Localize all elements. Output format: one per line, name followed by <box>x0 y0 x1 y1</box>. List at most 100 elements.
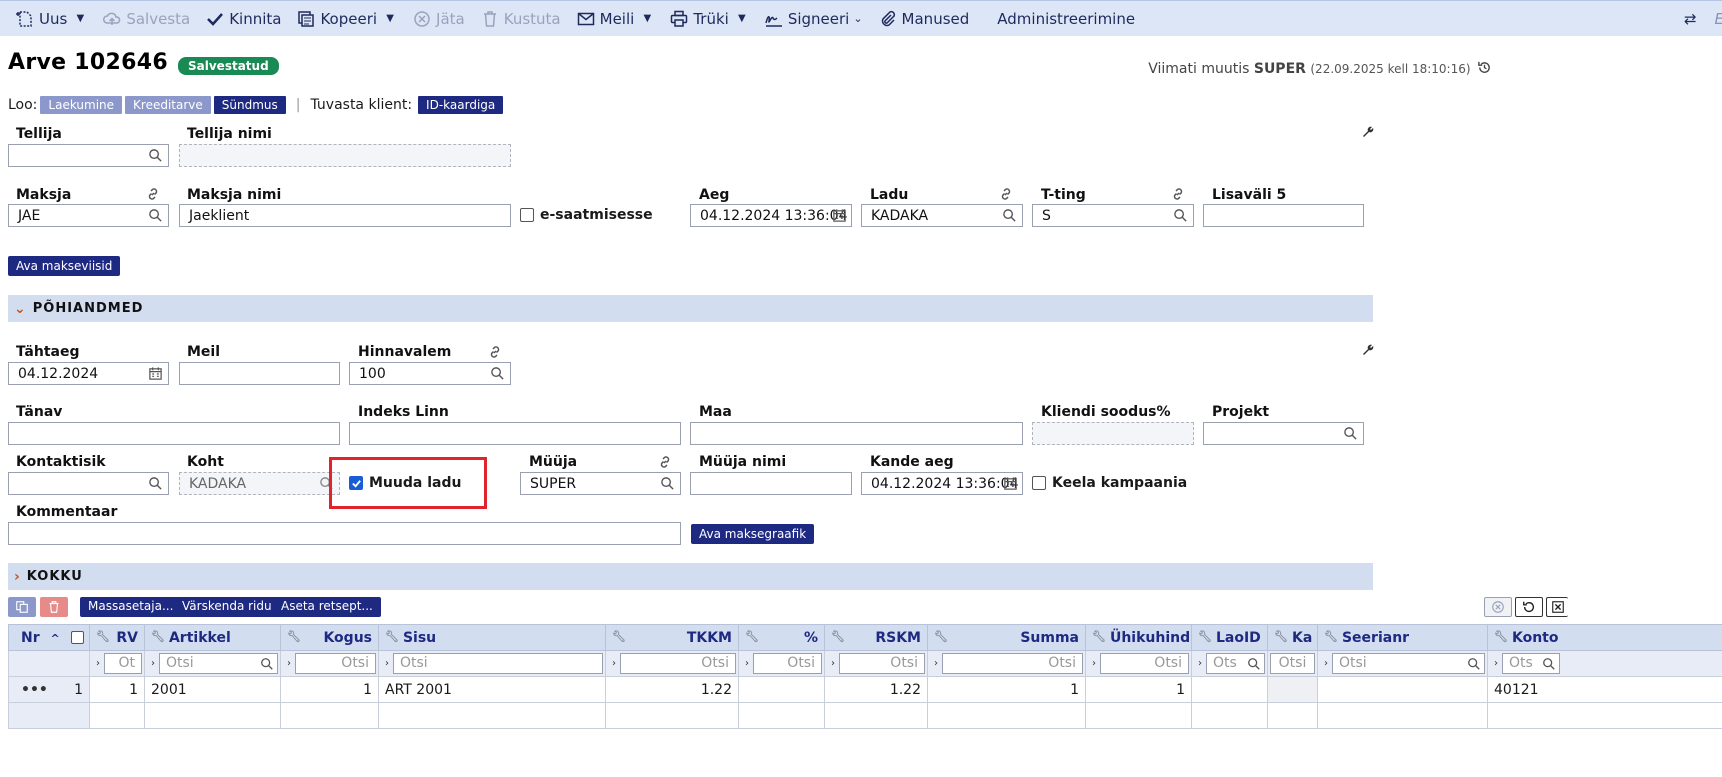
muuja-nimi-input[interactable] <box>690 472 852 495</box>
col-summa-header[interactable]: 🔧︎ Summa <box>927 624 1086 651</box>
wrench-icon[interactable]: 🔧︎ <box>1092 630 1106 643</box>
t-ting-input[interactable]: S <box>1032 204 1194 227</box>
chevron-right-icon[interactable]: › <box>1088 658 1100 669</box>
delete-button[interactable]: Kustuta <box>473 1 569 37</box>
create-payment-button[interactable]: Laekumine <box>40 96 123 114</box>
mass-set-button[interactable]: Massasetaja... <box>80 597 182 617</box>
cell-seerianr[interactable] <box>1317 676 1488 703</box>
wrench-icon[interactable]: 🔧︎ <box>1494 630 1508 643</box>
cell-kogus[interactable]: 1 <box>280 676 379 703</box>
search-icon[interactable] <box>1247 657 1261 671</box>
admin-button[interactable]: Administreerimine <box>989 1 1143 37</box>
col-tkkm-header[interactable]: 🔧︎ TKKM <box>605 624 739 651</box>
wrench-icon[interactable] <box>1362 343 1374 355</box>
wrench-icon[interactable]: 🔧︎ <box>151 630 165 643</box>
skip-button[interactable]: Jäta <box>405 1 473 37</box>
history-icon[interactable] <box>1477 60 1492 75</box>
chevron-right-icon[interactable]: › <box>930 658 942 669</box>
link-icon[interactable] <box>998 186 1014 202</box>
row-menu-icon[interactable]: ••• <box>21 682 48 698</box>
search-icon[interactable] <box>1467 657 1481 671</box>
col-percent-header[interactable]: 🔧︎% <box>738 624 825 651</box>
cell-summa[interactable]: 1 <box>927 676 1086 703</box>
create-event-button[interactable]: Sündmus <box>213 96 286 114</box>
cell-laoid[interactable] <box>1191 676 1268 703</box>
copy-rows-button[interactable] <box>8 597 36 617</box>
col-konto-header[interactable]: 🔧︎ Konto <box>1487 624 1722 651</box>
search-icon[interactable] <box>1002 208 1017 223</box>
link-icon[interactable] <box>1170 186 1186 202</box>
filter-artikkel-input[interactable]: Otsi <box>159 653 278 674</box>
chevron-right-icon[interactable]: › <box>147 658 159 669</box>
tellija-input[interactable] <box>8 144 169 167</box>
wrench-icon[interactable]: 🔧︎ <box>745 630 759 643</box>
col-artikkel-header[interactable]: 🔧︎ Artikkel <box>144 624 281 651</box>
cell-tkkm[interactable]: 1.22 <box>605 676 739 703</box>
section-total-header[interactable]: › KOKKU <box>8 563 1373 590</box>
confirm-button[interactable]: Kinnita <box>198 1 289 37</box>
excel-export-button[interactable] <box>1546 597 1568 617</box>
delete-rows-button[interactable] <box>40 597 68 617</box>
checkbox-box[interactable] <box>1032 476 1046 490</box>
select-all-checkbox[interactable] <box>70 630 84 644</box>
cell-uhikuhind[interactable]: 1 <box>1085 676 1192 703</box>
print-button[interactable]: Trüki <box>662 1 737 37</box>
filter-konto-input[interactable]: Ots <box>1502 653 1560 674</box>
tahtaeg-input[interactable]: 04.12.2024 <box>8 362 169 385</box>
kontaktisik-input[interactable] <box>8 472 169 495</box>
wrench-icon[interactable]: 🔧︎ <box>934 630 948 643</box>
chevron-right-icon[interactable]: › <box>92 658 104 669</box>
cell-sisu[interactable]: ART 2001 <box>378 676 606 703</box>
ladu-input[interactable]: KADAKA <box>861 204 1023 227</box>
link-icon[interactable] <box>657 454 673 470</box>
filter-kogus-input[interactable]: Otsi <box>295 653 376 674</box>
checkbox-box[interactable] <box>520 208 534 222</box>
wrench-icon[interactable]: 🔧︎ <box>831 630 845 643</box>
payment-methods-button[interactable]: Ava makseviisid <box>8 256 121 276</box>
search-icon[interactable] <box>148 476 163 491</box>
maksja-nimi-input[interactable]: Jaeklient <box>179 204 511 227</box>
projekt-input[interactable] <box>1203 422 1364 445</box>
filter-rv-input[interactable]: Ot <box>104 653 142 674</box>
filter-ka-input[interactable]: Otsi <box>1270 653 1315 674</box>
chevron-right-icon[interactable]: › <box>1490 658 1502 669</box>
col-kogus-header[interactable]: 🔧︎ Kogus <box>280 624 379 651</box>
wrench-icon[interactable]: 🔧︎ <box>1324 630 1338 643</box>
search-icon[interactable] <box>660 476 675 491</box>
chevron-right-icon[interactable]: › <box>283 658 295 669</box>
save-button[interactable]: Salvesta <box>95 1 198 37</box>
calendar-icon[interactable] <box>832 208 847 223</box>
chevron-right-icon[interactable]: › <box>741 658 753 669</box>
search-icon[interactable] <box>148 208 163 223</box>
filter-laoid-input[interactable]: Ots <box>1206 653 1265 674</box>
set-recipe-button[interactable]: Aseta retsept... <box>273 597 381 617</box>
meil-input[interactable] <box>179 362 340 385</box>
chevron-right-icon[interactable]: › <box>381 658 393 669</box>
create-credit-invoice-button[interactable]: Kreeditarve <box>125 96 211 114</box>
chevron-right-icon[interactable]: › <box>1320 658 1332 669</box>
search-icon[interactable] <box>1173 208 1188 223</box>
search-icon[interactable] <box>148 148 163 163</box>
indeks-linn-input[interactable] <box>349 422 681 445</box>
col-seerianr-header[interactable]: 🔧︎ Seerianr <box>1317 624 1488 651</box>
wrench-icon[interactable]: 🔧︎ <box>96 630 110 643</box>
filter-uhikuhind-input[interactable]: Otsi <box>1100 653 1189 674</box>
col-laoid-header[interactable]: 🔧︎ LaoID <box>1191 624 1268 651</box>
kande-aeg-input[interactable]: 04.12.2024 13:36:04 <box>861 472 1023 495</box>
wrench-icon[interactable]: 🔧︎ <box>287 630 301 643</box>
attachments-button[interactable]: Manused <box>871 1 978 37</box>
col-rskm-header[interactable]: 🔧︎ RSKM <box>824 624 928 651</box>
sort-up-icon[interactable]: ^ <box>51 632 60 645</box>
filter-tkkm-input[interactable]: Otsi <box>620 653 736 674</box>
chevron-right-icon[interactable]: › <box>827 658 839 669</box>
col-rv-header[interactable]: 🔧︎ RV <box>89 624 145 651</box>
aeg-input[interactable]: 04.12.2024 13:36:04 <box>690 204 852 227</box>
hinnavalem-input[interactable]: 100 <box>349 362 511 385</box>
mail-button[interactable]: Meili <box>569 1 643 37</box>
cell-percent[interactable] <box>738 676 825 703</box>
filter-seerianr-input[interactable]: Otsi <box>1332 653 1485 674</box>
wrench-icon[interactable]: 🔧︎ <box>1198 630 1212 643</box>
section-main-header[interactable]: ⌄ PÕHIANDMED <box>8 295 1373 322</box>
wrench-icon[interactable]: 🔧︎ <box>385 630 399 643</box>
copy-dropdown-chevron-icon[interactable]: ▼ <box>383 1 397 37</box>
